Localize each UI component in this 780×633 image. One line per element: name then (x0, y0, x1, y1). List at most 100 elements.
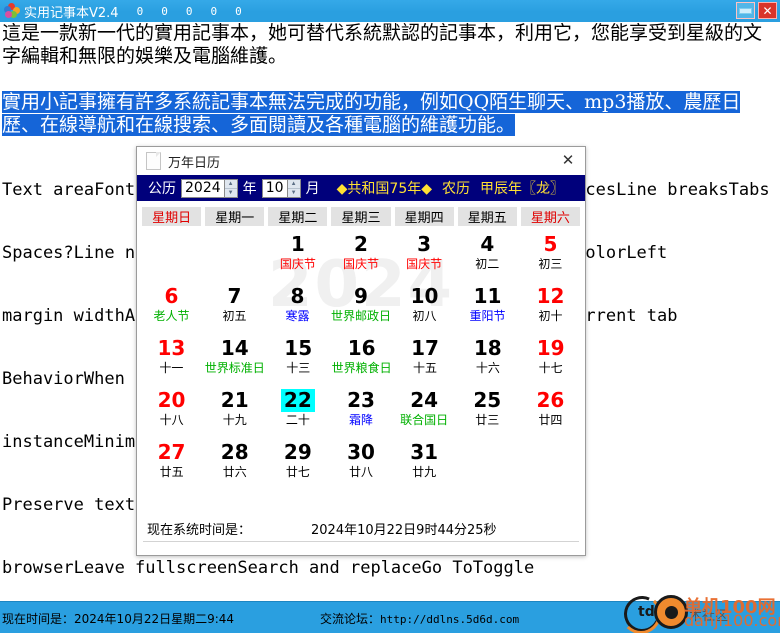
system-time-value: 2024年10月22日9时44分25秒 (311, 522, 497, 538)
month-spin-buttons[interactable]: ▲ ▼ (287, 178, 301, 198)
weekday-friday: 星期五 (457, 207, 517, 226)
calendar-day-number: 10 (410, 284, 439, 308)
calendar-day-cell[interactable]: 26 廿四 (521, 386, 580, 438)
calendar-day-cell[interactable]: 3 国庆节 (395, 230, 454, 282)
calendar-day-cell[interactable]: 11 重阳节 (458, 282, 517, 334)
calendar-day-cell[interactable]: 31 廿九 (395, 438, 454, 490)
calendar-day-cell[interactable]: 30 廿八 (331, 438, 390, 490)
calendar-close-icon[interactable]: ✕ (559, 151, 577, 169)
document-icon (146, 152, 161, 170)
calendar-day-sublabel: 老人节 (153, 309, 190, 323)
calendar-day-cell[interactable]: 12 初十 (521, 282, 580, 334)
calendar-day-number: 5 (543, 232, 558, 256)
calendar-day-cell[interactable]: 17 十五 (396, 334, 455, 386)
calendar-day-cell[interactable]: 1 国庆节 (268, 230, 327, 282)
calendar-day-cell[interactable]: 5 初三 (521, 230, 580, 282)
app-logo-icon (4, 3, 20, 19)
calendar-day-cell[interactable]: 28 廿六 (205, 438, 264, 490)
weekday-tuesday: 星期二 (268, 207, 328, 226)
lunar-year-label: 甲辰年〖龙〗 (480, 181, 564, 197)
month-stepper[interactable]: 10 ▲ ▼ (261, 178, 301, 198)
year-spin-buttons[interactable]: ▲ ▼ (224, 178, 238, 198)
application-window: 实用记事本V2.4 0 0 0 0 0 ✕ 這是一款新一代的實用記事本，她可替代… (0, 0, 780, 633)
minimize-button[interactable] (736, 2, 755, 19)
calendar-empty-cell (458, 438, 517, 490)
calendar-day-cell[interactable]: 9 世界邮政日 (331, 282, 391, 334)
status-forum[interactable]: 交流论坛：http://ddlns.5d6d.com (320, 610, 519, 627)
calendar-day-number: 17 (411, 336, 439, 360)
calendar-day-number: 19 (536, 336, 565, 360)
calendar-week-row: 13 十一 14 世界标准日 15 十三 16 世界粮食日 17 十五 18 十六 19 十七 (142, 334, 580, 386)
calendar-day-cell[interactable]: 13 十一 (142, 334, 201, 386)
calendar-day-number: 7 (227, 284, 242, 308)
calendar-day-number: 4 (480, 232, 495, 256)
status-time: 现在时间是：2024年10月22日星期二9:44 (2, 610, 234, 627)
weekday-wednesday: 星期三 (331, 207, 391, 226)
month-spin-down[interactable]: ▼ (288, 189, 300, 197)
calendar-day-sublabel: 初三 (538, 257, 563, 271)
calendar-day-sublabel: 十九 (222, 413, 247, 427)
calendar-day-cell[interactable]: 21 十九 (205, 386, 264, 438)
calendar-day-sublabel: 十五 (413, 361, 438, 375)
calendar-header-bar: 公历 2024 ▲ ▼ 年 10 ▲ ▼ 月 ◆共和国75年◆ 农历 甲辰年〖龙〗 (137, 175, 585, 201)
calendar-day-sublabel: 初二 (475, 257, 500, 271)
calendar-day-cell[interactable]: 8 寒露 (268, 282, 327, 334)
status-forum-url[interactable]: http://ddlns.5d6d.com (380, 613, 519, 626)
calendar-day-sublabel: 国庆节 (279, 257, 316, 271)
calendar-day-sublabel: 十八 (159, 413, 184, 427)
calendar-day-sublabel: 廿九 (412, 465, 437, 479)
calendar-title: 万年日历 (168, 155, 221, 171)
calendar-day-cell[interactable]: 25 廿三 (458, 386, 517, 438)
calendar-day-cell[interactable]: 2 国庆节 (331, 230, 390, 282)
calendar-week-row: 20 十八 21 十九 22 二十 23 霜降 24 联合国日 25 廿三 26 廿四 (142, 386, 580, 438)
calendar-day-number: 15 (284, 336, 313, 360)
status-forum-label: 交流论坛： (320, 612, 381, 626)
calendar-day-cell[interactable]: 18 十六 (458, 334, 517, 386)
calendar-day-sublabel: 廿六 (222, 465, 247, 479)
calendar-day-sublabel: 初十 (538, 309, 563, 323)
calendar-day-cell[interactable]: 20 十八 (142, 386, 201, 438)
calendar-day-sublabel: 国庆节 (406, 257, 443, 271)
footer-divider (143, 541, 579, 542)
year-stepper[interactable]: 2024 ▲ ▼ (181, 178, 238, 198)
calendar-day-cell[interactable]: 22 二十 (268, 386, 327, 438)
calendar-day-cell[interactable]: 16 世界粮食日 (332, 334, 392, 386)
status-bar: 现在时间是：2024年10月22日星期二9:44 交流论坛：http://ddl… (0, 590, 780, 633)
calendar-week-row: 27 廿五 28 廿六 29 廿七 30 廿八 31 廿九 (142, 438, 580, 490)
calendar-title-bar: 万年日历 ✕ (137, 147, 585, 175)
calendar-day-cell[interactable]: 14 世界标准日 (205, 334, 265, 386)
calendar-day-sublabel: 十七 (538, 361, 563, 375)
calendar-day-sublabel: 廿四 (538, 413, 563, 427)
calendar-day-sublabel: 廿七 (285, 465, 310, 479)
year-input[interactable]: 2024 (181, 178, 225, 198)
calendar-day-cell[interactable]: 7 初五 (205, 282, 264, 334)
year-unit-label: 年 (242, 181, 257, 197)
calendar-day-number: 11 (473, 284, 502, 308)
calendar-day-cell[interactable]: 24 联合国日 (395, 386, 454, 438)
system-time-label: 现在系统时间是： (147, 522, 252, 538)
calendar-day-cell[interactable]: 6 老人节 (142, 282, 201, 334)
calendar-day-number: 31 (410, 440, 439, 464)
close-button[interactable]: ✕ (758, 2, 777, 19)
calendar-day-number: 25 (473, 388, 502, 412)
editor-paragraph-2-selected: 實用小記事擁有許多系統記事本無法完成的功能，例如QQ陌生聊天、mp3播放、農歷日… (0, 91, 780, 137)
month-input[interactable]: 10 (261, 178, 288, 198)
year-spin-up[interactable]: ▲ (224, 180, 237, 189)
calendar-day-cell[interactable]: 19 十七 (521, 334, 580, 386)
calendar-day-sublabel: 廿五 (159, 465, 184, 479)
calendar-day-number: 12 (536, 284, 565, 308)
month-spin-up[interactable]: ▲ (287, 180, 300, 189)
editor-paragraph-1: 這是一款新一代的實用記事本，她可替代系統默認的記事本，利用它，您能享受到星級的文… (2, 22, 763, 67)
calendar-empty-cell (205, 230, 264, 282)
calendar-day-number: 14 (220, 336, 249, 360)
calendar-day-number: 23 (347, 388, 375, 412)
calendar-day-cell[interactable]: 23 霜降 (331, 386, 390, 438)
calendar-day-cell[interactable]: 10 初八 (395, 282, 454, 334)
calendar-day-cell[interactable]: 15 十三 (269, 334, 328, 386)
year-spin-down[interactable]: ▼ (225, 189, 237, 197)
calendar-day-number: 27 (157, 440, 186, 464)
calendar-day-cell[interactable]: 29 廿七 (268, 438, 327, 490)
calendar-day-cell[interactable]: 4 初二 (458, 230, 517, 282)
calendar-day-number: 6 (164, 284, 179, 308)
calendar-day-cell[interactable]: 27 廿五 (142, 438, 201, 490)
